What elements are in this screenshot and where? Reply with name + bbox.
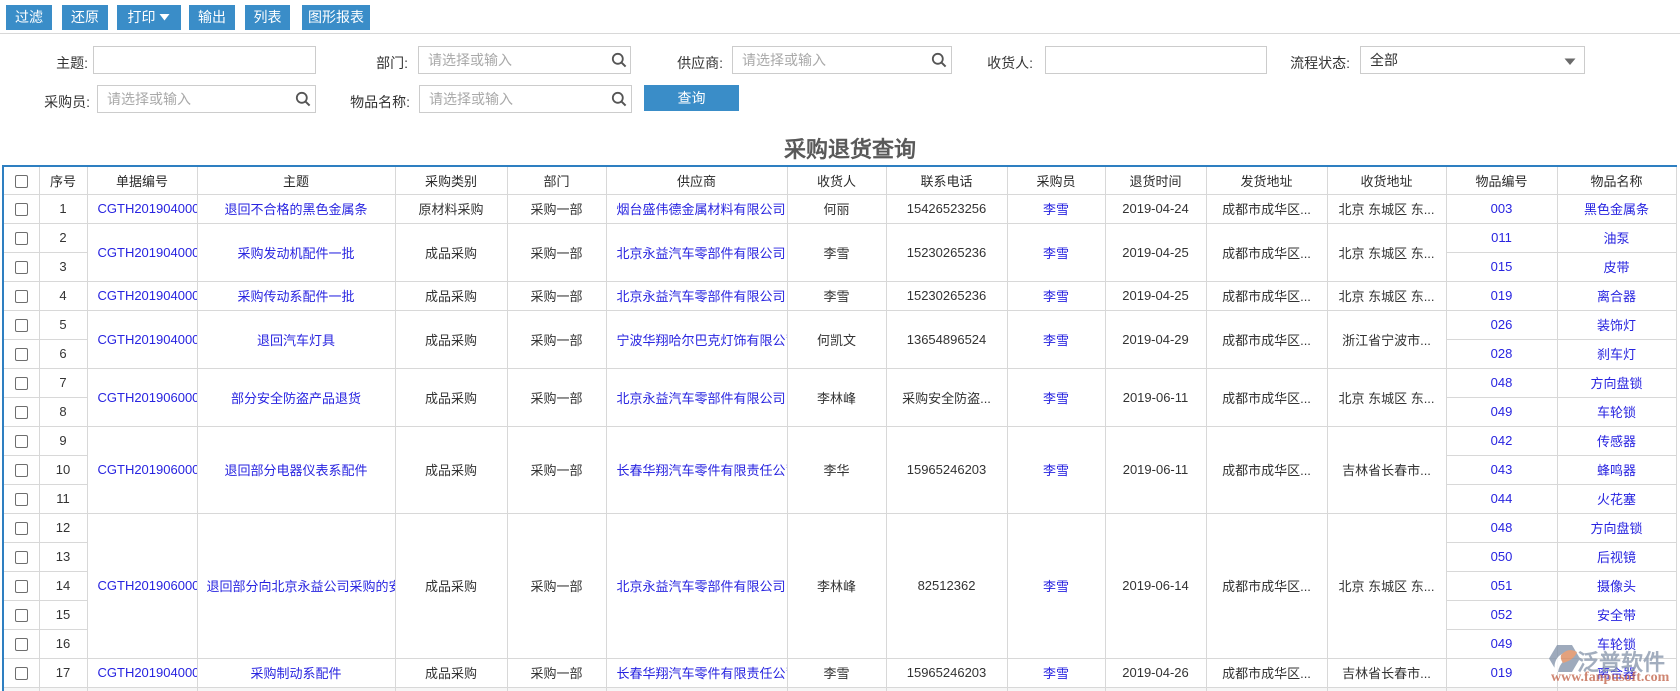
svg-text:www.fanpusoft.com: www.fanpusoft.com	[1551, 670, 1670, 685]
